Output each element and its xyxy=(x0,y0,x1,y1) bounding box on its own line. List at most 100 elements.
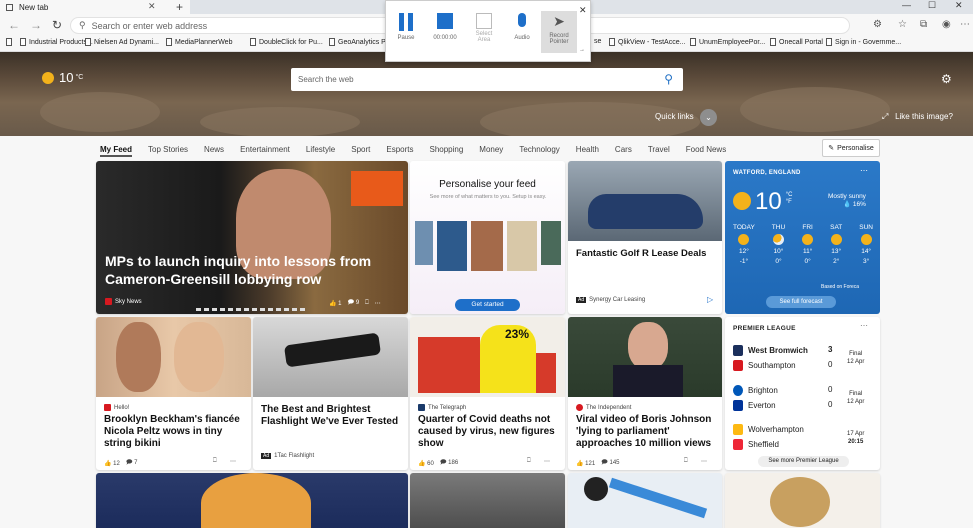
covid-card[interactable]: 23% The Telegraph Quarter of Covid death… xyxy=(410,317,565,470)
favorite-link[interactable]: Sign in - Governme... xyxy=(826,38,901,46)
story-title[interactable]: Quarter of Covid deaths not caused by vi… xyxy=(418,414,558,450)
golf-ad-card[interactable]: Fantastic Golf R Lease Deals Ad Synergy C… xyxy=(568,161,722,314)
category-tab[interactable]: Technology xyxy=(519,145,559,157)
story-title[interactable]: MPs to launch inquiry into lessons from … xyxy=(105,252,395,288)
ad-title[interactable]: The Best and Brightest Flashlight We've … xyxy=(261,404,401,428)
story-title[interactable]: Viral video of Boris Johnson 'lying to p… xyxy=(576,414,716,450)
personalise-feed-card[interactable]: Personalise your feed See more of what m… xyxy=(410,161,565,314)
carousel-dots[interactable] xyxy=(196,308,308,311)
more-icon[interactable]: ⋯ xyxy=(230,458,236,465)
match-away[interactable]: Sheffield xyxy=(733,439,779,450)
more-icon[interactable]: ⋯ xyxy=(860,166,868,175)
bottom-story-card[interactable] xyxy=(96,473,408,528)
favorite-link[interactable]: Nielsen Ad Dynami... xyxy=(85,38,159,46)
category-tab[interactable]: News xyxy=(204,145,224,157)
beckham-card[interactable]: Hello! Brooklyn Beckham's fiancée Nicola… xyxy=(96,317,251,470)
chevron-down-icon[interactable]: ⌄ xyxy=(700,109,717,126)
match-away[interactable]: Everton xyxy=(733,400,776,411)
favorite-link[interactable]: se xyxy=(594,38,601,45)
bottom-story-card[interactable] xyxy=(410,473,565,528)
collapse-icon[interactable]: → xyxy=(579,47,585,53)
ad-title[interactable]: Fantastic Golf R Lease Deals xyxy=(576,248,716,260)
tab-new-tab[interactable]: New tab ✕ xyxy=(0,0,190,14)
favorite-link[interactable]: Onecall Portal xyxy=(770,38,823,46)
pause-button[interactable]: Pause xyxy=(388,13,424,41)
more-icon[interactable]: ⋯ xyxy=(860,321,868,330)
close-icon[interactable]: ✕ xyxy=(579,5,587,16)
see-full-forecast-button[interactable]: See full forecast xyxy=(766,296,836,308)
favorite-link[interactable]: MediaPlannerWeb xyxy=(166,38,232,46)
maximize-icon[interactable]: ☐ xyxy=(928,0,936,11)
story-reactions[interactable]: 👍 1 🗩 9 ⎕ ⋯ xyxy=(329,298,381,308)
close-tab-icon[interactable]: ✕ xyxy=(148,1,156,12)
story-reactions[interactable]: 👍 121 🗩 145 xyxy=(576,458,620,468)
main-story-card[interactable]: MPs to launch inquiry into lessons from … xyxy=(96,161,408,314)
match-home[interactable]: West Bromwich xyxy=(733,345,808,356)
more-icon[interactable]: ⋯ xyxy=(960,19,970,30)
bottom-story-card[interactable] xyxy=(568,473,722,528)
forward-icon[interactable]: → xyxy=(30,18,42,32)
select-area-button[interactable]: Select Area xyxy=(466,13,502,43)
category-tab[interactable]: My Feed xyxy=(100,145,133,157)
match-home[interactable]: Brighton xyxy=(733,385,778,396)
category-tab[interactable]: Shopping xyxy=(429,145,463,157)
category-tab[interactable]: Cars xyxy=(615,145,632,157)
close-window-icon[interactable]: ✕ xyxy=(955,0,963,11)
sun-icon xyxy=(830,234,842,245)
favorite-link[interactable]: DoubleClick for Pu... xyxy=(250,38,323,46)
favorite-link[interactable]: Industrial Products... xyxy=(20,38,93,46)
favorites-icon[interactable]: ☆ xyxy=(898,19,907,30)
boris-card[interactable]: The Independent Viral video of Boris Joh… xyxy=(568,317,722,470)
search-icon[interactable]: ⚲ xyxy=(664,72,673,86)
category-tab[interactable]: Lifestyle xyxy=(306,145,335,157)
header-weather[interactable]: 10 °C xyxy=(42,70,83,85)
like-image-link[interactable]: ⤢ Like this image? xyxy=(882,112,953,122)
more-icon[interactable]: ⋯ xyxy=(544,458,550,465)
match-away[interactable]: Southampton xyxy=(733,360,796,371)
minimize-icon[interactable]: — xyxy=(902,0,911,10)
category-tab[interactable]: Top Stories xyxy=(148,145,188,157)
new-tab-button[interactable]: + xyxy=(176,0,183,14)
story-title[interactable]: Brooklyn Beckham's fiancée Nicola Peltz … xyxy=(104,414,244,450)
razor-shape xyxy=(608,477,708,519)
bottom-story-card[interactable] xyxy=(725,473,880,528)
category-tab[interactable]: Travel xyxy=(648,145,670,157)
premier-league-card[interactable]: PREMIER LEAGUE ⋯ West Bromwich Southampt… xyxy=(725,317,880,470)
flashlight-ad-card[interactable]: The Best and Brightest Flashlight We've … xyxy=(253,317,408,470)
more-icon[interactable]: ⋯ xyxy=(701,458,707,465)
back-icon[interactable]: ← xyxy=(8,18,20,32)
favorite-link[interactable]: GeoAnalytics Plu xyxy=(329,38,391,46)
category-tab[interactable]: Health xyxy=(576,145,599,157)
audio-button[interactable]: Audio xyxy=(504,13,540,41)
personalise-button[interactable]: ✎ Personalise xyxy=(822,139,880,157)
sun-icon xyxy=(733,192,751,210)
refresh-icon[interactable]: ↻ xyxy=(52,18,62,32)
collections-icon[interactable]: ⧉ xyxy=(920,19,927,30)
stop-timer[interactable]: 00:00:00 xyxy=(427,13,463,41)
more-icon: ⋯ xyxy=(374,300,381,307)
favorite-link[interactable]: QlikView - TestAcce... xyxy=(609,38,685,46)
page-settings-icon[interactable]: ⚙ xyxy=(941,72,952,86)
match-home[interactable]: Wolverhampton xyxy=(733,424,804,435)
category-tab[interactable]: Esports xyxy=(386,145,413,157)
settings-icon[interactable]: ⚙ xyxy=(873,19,882,30)
category-tab[interactable]: Sport xyxy=(351,145,370,157)
web-search-input[interactable]: Search the web ⚲ xyxy=(291,68,683,91)
ad-choices-icon[interactable]: ▷ xyxy=(707,295,713,304)
profile-icon[interactable]: ◉ xyxy=(942,19,951,30)
story-reactions[interactable]: 👍 12 🗩 7 xyxy=(104,458,138,468)
see-more-pl-button[interactable]: See more Premier League xyxy=(758,456,849,467)
bookmark-icon[interactable]: ⎕ xyxy=(527,458,531,465)
bookmark-icon[interactable]: ⎕ xyxy=(213,458,217,465)
category-tab[interactable]: Entertainment xyxy=(240,145,290,157)
weather-card[interactable]: WATFORD, ENGLAND ⋯ 10 °C °F Mostly sunny 💧… xyxy=(725,161,880,314)
category-tab[interactable]: Food News xyxy=(686,145,726,157)
story-reactions[interactable]: 👍 60 🗩 186 xyxy=(418,458,458,468)
category-tab[interactable]: Money xyxy=(479,145,503,157)
favorite-link[interactable]: UnumEmployeePor... xyxy=(690,38,765,46)
record-pointer-button[interactable]: ➤ Record Pointer xyxy=(541,11,577,53)
favorites-icon[interactable] xyxy=(6,38,12,46)
bookmark-icon[interactable]: ⎕ xyxy=(684,458,688,465)
quick-links-label[interactable]: Quick links xyxy=(655,112,694,121)
get-started-button[interactable]: Get started xyxy=(455,299,520,311)
